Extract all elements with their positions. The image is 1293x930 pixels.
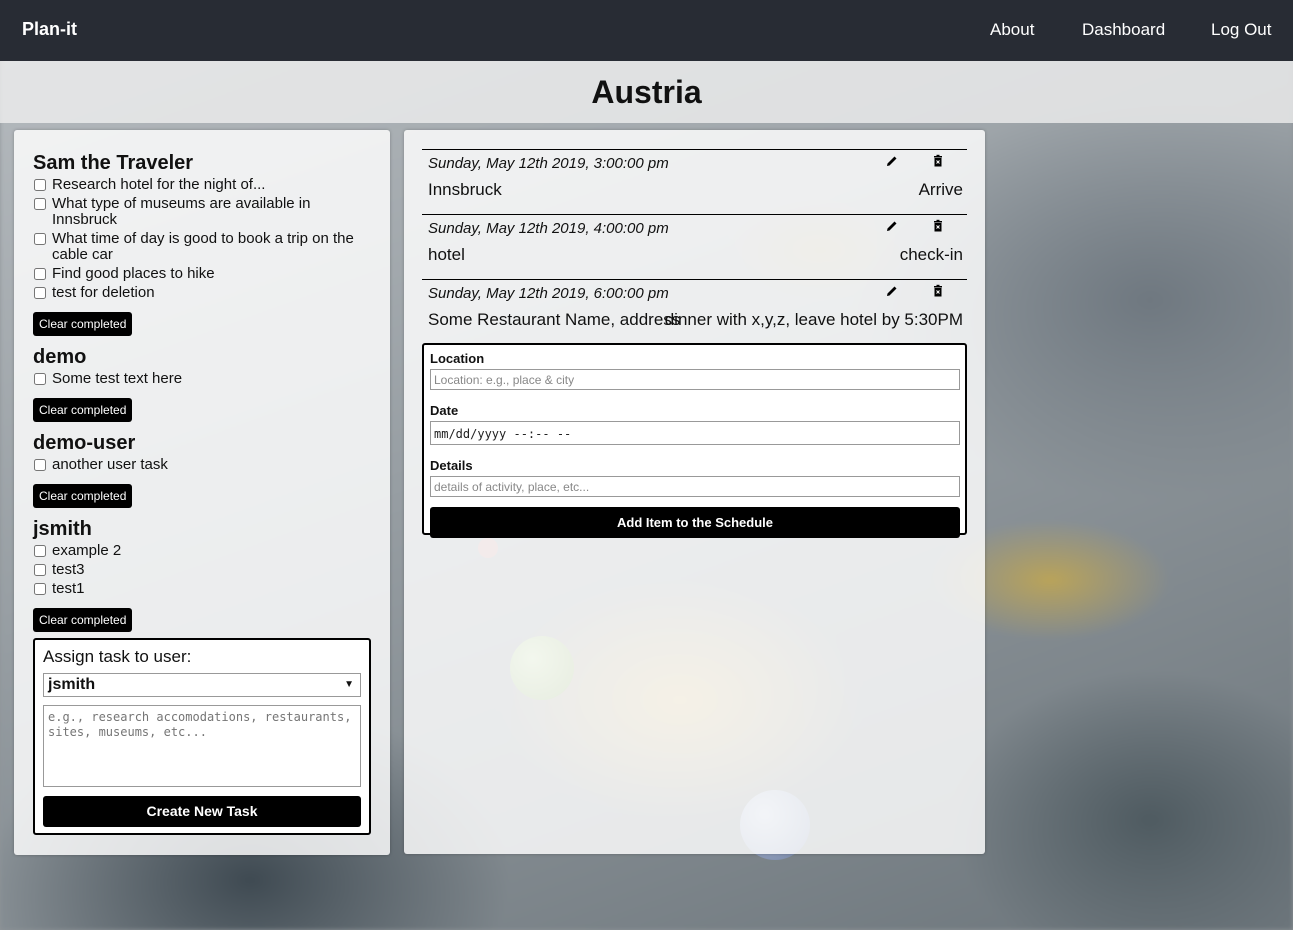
- user-block: Sam the Traveler Research hotel for the …: [33, 152, 372, 336]
- schedule-panel: Sunday, May 12th 2019, 3:00:00 pm Innsbr…: [404, 130, 985, 854]
- pencil-icon[interactable]: [885, 284, 899, 298]
- schedule-location: Innsbruck: [428, 180, 502, 199]
- task-text: What type of museums are available in In…: [52, 195, 311, 228]
- user-block: jsmith example 2 test3 test1 Clear compl…: [33, 518, 372, 632]
- schedule-item: Sunday, May 12th 2019, 4:00:00 pm hotel …: [422, 214, 967, 279]
- details-label: Details: [430, 458, 473, 473]
- location-label: Location: [430, 351, 485, 366]
- user-name: Sam the Traveler: [33, 152, 194, 174]
- task-text: another user task: [52, 456, 168, 473]
- assign-task-form: Assign task to user: jsmith ▼ Create New…: [33, 638, 371, 835]
- details-input[interactable]: details of activity, place, etc...: [430, 476, 960, 497]
- task-checkbox[interactable]: [34, 198, 46, 210]
- schedule-details: dinner with x,y,z, leave hotel by 5:30PM: [664, 310, 963, 329]
- schedule-details: check-in: [899, 245, 963, 264]
- nav-about[interactable]: About: [990, 20, 1034, 40]
- schedule-date: Sunday, May 12th 2019, 3:00:00 pm: [428, 155, 669, 172]
- task-item[interactable]: What type of museums are available in In…: [33, 196, 372, 228]
- dropdown-arrow-icon: ▼: [344, 679, 354, 690]
- schedule-location: hotel: [428, 245, 465, 264]
- task-checkbox[interactable]: [34, 179, 46, 191]
- user-select[interactable]: jsmith ▼: [43, 673, 361, 697]
- user-block: demo-user another user task Clear comple…: [33, 432, 372, 508]
- schedule-date: Sunday, May 12th 2019, 6:00:00 pm: [428, 285, 669, 302]
- date-label: Date: [430, 403, 459, 418]
- task-checkbox[interactable]: [34, 233, 46, 245]
- task-item[interactable]: Research hotel for the night of...: [33, 177, 372, 193]
- clear-completed-button[interactable]: Clear completed: [33, 312, 133, 336]
- task-checkbox[interactable]: [34, 564, 46, 576]
- nav-logout[interactable]: Log Out: [1211, 20, 1272, 40]
- create-task-button[interactable]: Create New Task: [43, 796, 361, 827]
- assign-label: Assign task to user:: [43, 647, 192, 666]
- date-input[interactable]: mm/dd/yyyy --:-- --: [430, 421, 960, 445]
- user-name: demo: [33, 346, 87, 368]
- user-name: demo-user: [33, 432, 136, 454]
- task-item[interactable]: test for deletion: [33, 285, 372, 301]
- pencil-icon[interactable]: [885, 154, 899, 168]
- trash-icon[interactable]: [931, 284, 945, 298]
- task-item[interactable]: Some test text here: [33, 371, 372, 387]
- page-title: Austria: [591, 74, 702, 110]
- schedule-location: Some Restaurant Name, address: [428, 310, 681, 329]
- clear-completed-button[interactable]: Clear completed: [33, 608, 133, 632]
- schedule-item: Sunday, May 12th 2019, 3:00:00 pm Innsbr…: [422, 149, 967, 214]
- page-title-band: Austria: [0, 61, 1293, 123]
- task-checkbox[interactable]: [34, 583, 46, 595]
- task-text: test1: [52, 580, 85, 597]
- task-item[interactable]: What time of day is good to book a trip …: [33, 231, 372, 263]
- clear-completed-button[interactable]: Clear completed: [33, 398, 133, 422]
- task-checkbox[interactable]: [34, 373, 46, 385]
- clear-completed-button[interactable]: Clear completed: [33, 484, 133, 508]
- pencil-icon[interactable]: [885, 219, 899, 233]
- task-item[interactable]: test3: [33, 562, 372, 578]
- task-text: What time of day is good to book a trip …: [52, 230, 354, 263]
- task-text: Find good places to hike: [52, 265, 215, 282]
- schedule-details: Arrive: [918, 180, 963, 199]
- schedule-date: Sunday, May 12th 2019, 4:00:00 pm: [428, 220, 669, 237]
- add-schedule-item-button[interactable]: Add Item to the Schedule: [430, 507, 960, 538]
- schedule-form: Location Location: e.g., place & city Da…: [422, 343, 967, 538]
- task-text: example 2: [52, 542, 122, 559]
- task-item[interactable]: Find good places to hike: [33, 266, 372, 282]
- user-select-value: jsmith: [48, 676, 96, 693]
- nav-dashboard[interactable]: Dashboard: [1082, 20, 1165, 40]
- trash-icon[interactable]: [931, 219, 945, 233]
- tasks-panel: Sam the Traveler Research hotel for the …: [14, 130, 390, 855]
- task-checkbox[interactable]: [34, 459, 46, 471]
- task-description-input[interactable]: [43, 705, 361, 787]
- task-text: Research hotel for the night of...: [52, 176, 266, 193]
- task-item[interactable]: another user task: [33, 457, 372, 473]
- user-name: jsmith: [33, 518, 92, 540]
- brand-logo[interactable]: Plan-it: [22, 19, 77, 40]
- task-checkbox[interactable]: [34, 545, 46, 557]
- task-checkbox[interactable]: [34, 287, 46, 299]
- trash-icon[interactable]: [931, 154, 945, 168]
- task-text: test for deletion: [52, 284, 155, 301]
- task-text: test3: [52, 561, 85, 578]
- navbar: Plan-it About Dashboard Log Out: [0, 0, 1293, 61]
- schedule-item: Sunday, May 12th 2019, 6:00:00 pm Some R…: [422, 279, 967, 344]
- task-item[interactable]: test1: [33, 581, 372, 597]
- user-block: demo Some test text here Clear completed: [33, 346, 372, 422]
- location-input[interactable]: Location: e.g., place & city: [430, 369, 960, 390]
- task-item[interactable]: example 2: [33, 543, 372, 559]
- task-checkbox[interactable]: [34, 268, 46, 280]
- task-text: Some test text here: [52, 370, 183, 387]
